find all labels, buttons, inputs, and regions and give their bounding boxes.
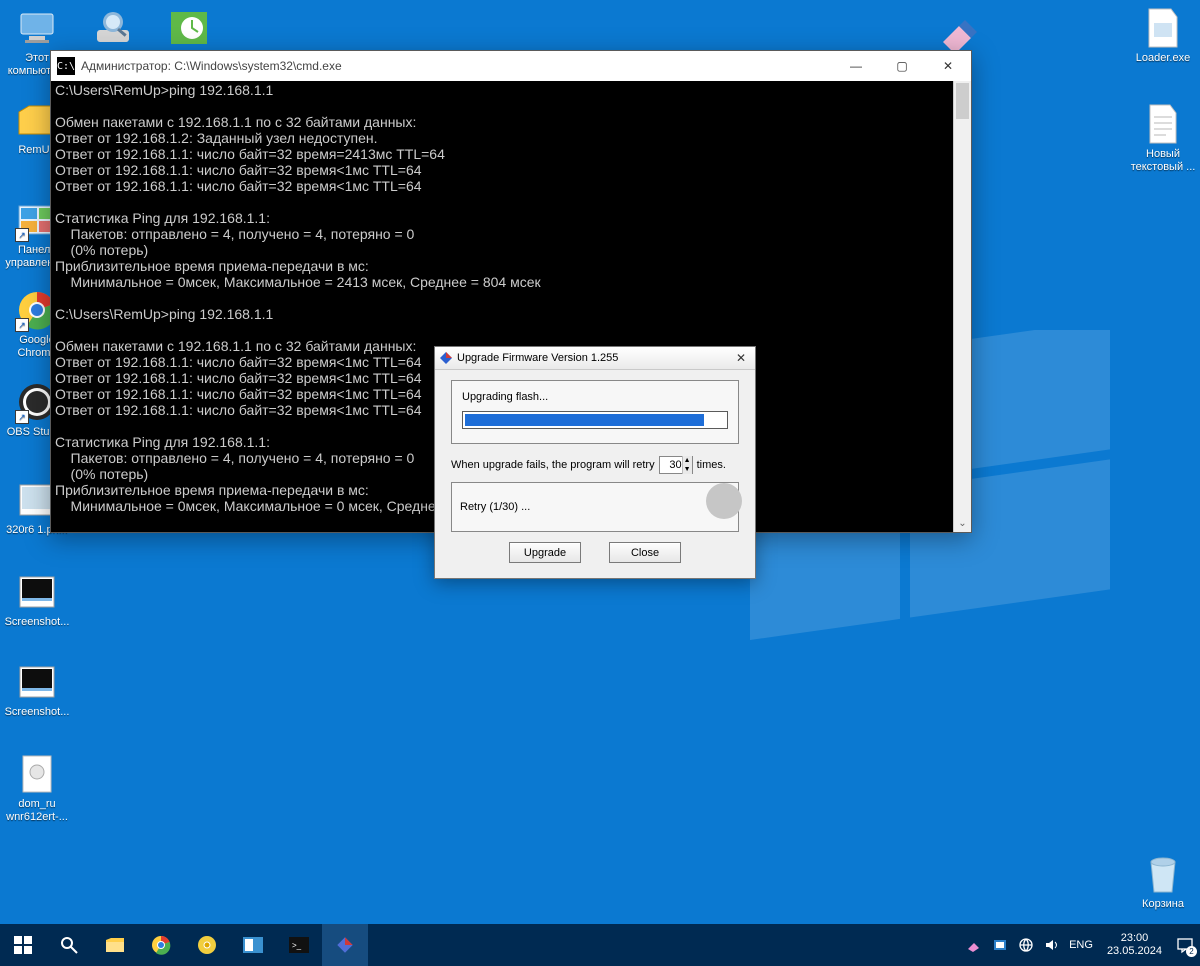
dialog-title-text: Upgrade Firmware Version 1.255 (457, 352, 618, 364)
retry-text-prefix: When upgrade fails, the program will ret… (451, 459, 655, 471)
cmd-scrollbar[interactable]: ⌄ (953, 81, 971, 532)
tray-date: 23.05.2024 (1107, 945, 1162, 958)
desktop-icon-dom-ru[interactable]: dom_ru wnr612ert-... (0, 752, 74, 823)
dialog-close-button[interactable]: ✕ (727, 347, 755, 369)
icon-label: Корзина (1142, 898, 1184, 911)
retry-count-stepper[interactable]: ▲▼ (659, 456, 693, 474)
icon-label: Screenshot... (5, 706, 70, 719)
system-tray[interactable]: ENG 23:00 23.05.2024 2 (965, 924, 1200, 966)
tray-security-icon[interactable] (991, 936, 1009, 954)
icon-label: dom_ru wnr612ert-... (0, 798, 74, 823)
desktop-icon-green-tool[interactable] (152, 6, 226, 52)
progress-bar (462, 411, 728, 429)
icon-label: Loader.exe (1136, 52, 1190, 65)
taskbar-cmd[interactable]: >_ (276, 924, 322, 966)
dialog-titlebar[interactable]: Upgrade Firmware Version 1.255 ✕ (435, 347, 755, 370)
desktop-icon-recycle-bin[interactable]: Корзина (1126, 852, 1200, 911)
tray-volume-icon[interactable] (1043, 936, 1061, 954)
cmd-titlebar[interactable]: C:\ Администратор: C:\Windows\system32\c… (51, 51, 971, 81)
dialog-icon (439, 351, 453, 365)
taskbar-app1[interactable] (230, 924, 276, 966)
desktop-icon-magnifier[interactable] (76, 6, 150, 52)
shortcut-arrow-icon: ↗ (15, 318, 29, 332)
desktop-icon-screenshot1[interactable]: Screenshot... (0, 570, 74, 629)
upgrade-firmware-dialog[interactable]: Upgrade Firmware Version 1.255 ✕ Upgradi… (434, 346, 756, 579)
scrollbar-thumb[interactable] (956, 83, 969, 119)
taskbar-chrome-canary[interactable] (184, 924, 230, 966)
start-button[interactable] (0, 924, 46, 966)
upgrade-button[interactable]: Upgrade (509, 542, 581, 563)
retry-text-suffix: times. (697, 459, 726, 471)
progress-bar-fill (465, 414, 704, 426)
cmd-title-text: Администратор: C:\Windows\system32\cmd.e… (81, 59, 342, 73)
retry-line: When upgrade fails, the program will ret… (451, 456, 739, 474)
notification-badge: 2 (1186, 946, 1197, 957)
status-text: Upgrading flash... (462, 391, 728, 403)
minimize-button[interactable]: — (833, 51, 879, 81)
icon-label: Новый текстовый ... (1126, 148, 1200, 173)
spinner-down-icon[interactable]: ▼ (682, 465, 692, 474)
shortcut-arrow-icon: ↗ (15, 410, 29, 424)
taskbar-chrome[interactable] (138, 924, 184, 966)
log-text: Retry (1/30) ... (460, 501, 530, 513)
desktop-icon-screenshot2[interactable]: Screenshot... (0, 660, 74, 719)
svg-text:>_: >_ (292, 941, 302, 950)
taskbar-upgrade-app[interactable] (322, 924, 368, 966)
tray-language[interactable]: ENG (1069, 939, 1093, 951)
status-indicator-icon (706, 483, 742, 519)
scrollbar-down-icon[interactable]: ⌄ (954, 514, 971, 532)
cmd-icon: C:\ (57, 57, 75, 75)
desktop-icon-textfile[interactable]: Новый текстовый ... (1126, 102, 1200, 173)
tray-network-icon[interactable] (1017, 936, 1035, 954)
icon-label: Screenshot... (5, 616, 70, 629)
tray-clock[interactable]: 23:00 23.05.2024 (1101, 932, 1168, 957)
close-button[interactable]: ✕ (925, 51, 971, 81)
taskbar-explorer[interactable] (92, 924, 138, 966)
maximize-button[interactable]: ▢ (879, 51, 925, 81)
log-box: Retry (1/30) ... (451, 482, 739, 532)
close-dialog-button[interactable]: Close (609, 542, 681, 563)
tray-time: 23:00 (1107, 932, 1162, 945)
spinner-up-icon[interactable]: ▲ (682, 456, 692, 465)
taskbar[interactable]: >_ ENG 23:00 23.05.2024 2 (0, 924, 1200, 966)
shortcut-arrow-icon: ↗ (15, 228, 29, 242)
tray-notifications-icon[interactable]: 2 (1176, 936, 1194, 954)
desktop-icon-loader[interactable]: Loader.exe (1126, 6, 1200, 65)
retry-count-input[interactable] (660, 459, 682, 471)
search-button[interactable] (46, 924, 92, 966)
dialog-progress-pane: Upgrading flash... (451, 380, 739, 444)
tray-eraser-icon[interactable] (965, 936, 983, 954)
